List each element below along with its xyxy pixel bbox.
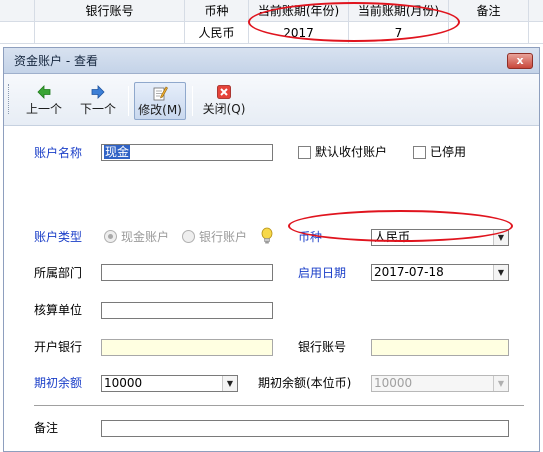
next-button[interactable]: 下一个 <box>74 82 122 120</box>
grid-header-remarks[interactable]: 备注 <box>449 0 529 22</box>
grid-cell-period-year: 2017 <box>249 22 349 44</box>
bank-account-no-input[interactable] <box>371 339 509 356</box>
grid-cell-blank <box>0 22 35 44</box>
disabled-label: 已停用 <box>430 145 467 159</box>
chevron-down-icon[interactable]: ▼ <box>222 376 237 391</box>
start-date-picker[interactable]: 2017-07-18 ▼ <box>371 264 509 281</box>
grid-cell-bank-account <box>35 22 185 44</box>
background-grid: 银行账号 币种 当前账期(年份) 当前账期(月份) 备注 人民币 2017 7 <box>0 0 543 46</box>
toolbar-separator <box>128 86 129 116</box>
previous-button[interactable]: 上一个 <box>20 82 68 120</box>
grid-cell-remarks <box>449 22 529 44</box>
chevron-down-icon[interactable]: ▼ <box>493 265 508 280</box>
cash-account-radio[interactable] <box>104 230 117 243</box>
remarks-input[interactable] <box>101 420 509 437</box>
bank-account-label: 银行账户 <box>199 230 248 244</box>
close-label: 关闭(Q) <box>202 102 246 116</box>
bank-account-radio[interactable] <box>182 230 195 243</box>
edit-label: 修改(M) <box>138 103 182 117</box>
grid-header-currency[interactable]: 币种 <box>185 0 249 22</box>
default-receipt-label: 默认收付账户 <box>315 145 388 159</box>
account-type-label: 账户类型 <box>34 230 83 244</box>
arrow-right-icon <box>91 85 105 99</box>
start-date-label: 启用日期 <box>298 266 347 280</box>
currency-label: 币种 <box>298 230 323 244</box>
form-divider <box>34 405 524 406</box>
close-icon <box>217 85 231 99</box>
account-name-label: 账户名称 <box>34 146 83 160</box>
previous-label: 上一个 <box>25 102 62 116</box>
arrow-left-icon <box>37 85 51 99</box>
account-form: 账户名称 现金 默认收付账户 已停用 账户类型 现金账户 银行账户 币种 人民币… <box>4 126 539 451</box>
bank-input[interactable] <box>101 339 273 356</box>
close-button[interactable]: 关闭(Q) <box>200 82 248 120</box>
edit-pencil-icon <box>153 86 168 101</box>
grid-header-period-month[interactable]: 当前账期(月份) <box>349 0 449 22</box>
accounting-unit-input[interactable] <box>101 302 273 319</box>
grid-header-cell-blank <box>0 0 35 22</box>
window-close-button[interactable]: x <box>507 53 533 69</box>
bank-account-no-label: 银行账号 <box>298 340 347 354</box>
edit-button[interactable]: 修改(M) <box>134 82 186 120</box>
toolbar: 上一个 下一个 修改(M) 关闭(Q) <box>4 74 539 126</box>
account-name-input[interactable]: 现金 <box>101 144 273 161</box>
currency-value: 人民币 <box>374 230 411 244</box>
grid-cell-period-month: 7 <box>349 22 449 44</box>
default-receipt-checkbox[interactable] <box>298 146 311 159</box>
grid-header-row: 银行账号 币种 当前账期(年份) 当前账期(月份) 备注 <box>0 0 543 22</box>
currency-select[interactable]: 人民币 ▼ <box>371 229 509 246</box>
grid-header-period-year[interactable]: 当前账期(年份) <box>249 0 349 22</box>
account-name-value: 现金 <box>104 145 131 159</box>
opening-balance-label: 期初余额 <box>34 376 83 390</box>
remarks-label: 备注 <box>34 421 59 435</box>
chevron-down-icon[interactable]: ▼ <box>493 230 508 245</box>
bank-label: 开户银行 <box>34 340 83 354</box>
dialog-title: 资金账户 - 查看 <box>14 54 98 68</box>
lightbulb-icon <box>261 227 273 244</box>
accounting-unit-label: 核算单位 <box>34 303 83 317</box>
chevron-down-icon: ▼ <box>493 376 508 391</box>
opening-balance-base-value: 10000 <box>374 376 413 390</box>
opening-balance-select[interactable]: 10000 ▼ <box>101 375 238 392</box>
opening-balance-base-select: 10000 ▼ <box>371 375 509 392</box>
department-label: 所属部门 <box>34 266 83 280</box>
department-input[interactable] <box>101 264 273 281</box>
fund-account-dialog: 资金账户 - 查看 x 上一个 下一个 修改(M) 关闭(Q) 账户名称 现金 … <box>3 47 540 452</box>
opening-balance-base-label: 期初余额(本位币) <box>258 376 352 390</box>
toolbar-separator <box>192 86 193 116</box>
start-date-value: 2017-07-18 <box>374 265 444 279</box>
dialog-titlebar[interactable]: 资金账户 - 查看 x <box>4 48 539 74</box>
toolbar-grip[interactable] <box>8 84 11 114</box>
disabled-checkbox[interactable] <box>413 146 426 159</box>
grid-cell-currency: 人民币 <box>185 22 249 44</box>
cash-account-label: 现金账户 <box>121 230 170 244</box>
table-row[interactable]: 人民币 2017 7 <box>0 22 543 44</box>
grid-header-bank-account[interactable]: 银行账号 <box>35 0 185 22</box>
opening-balance-value: 10000 <box>104 376 143 390</box>
next-label: 下一个 <box>79 102 116 116</box>
